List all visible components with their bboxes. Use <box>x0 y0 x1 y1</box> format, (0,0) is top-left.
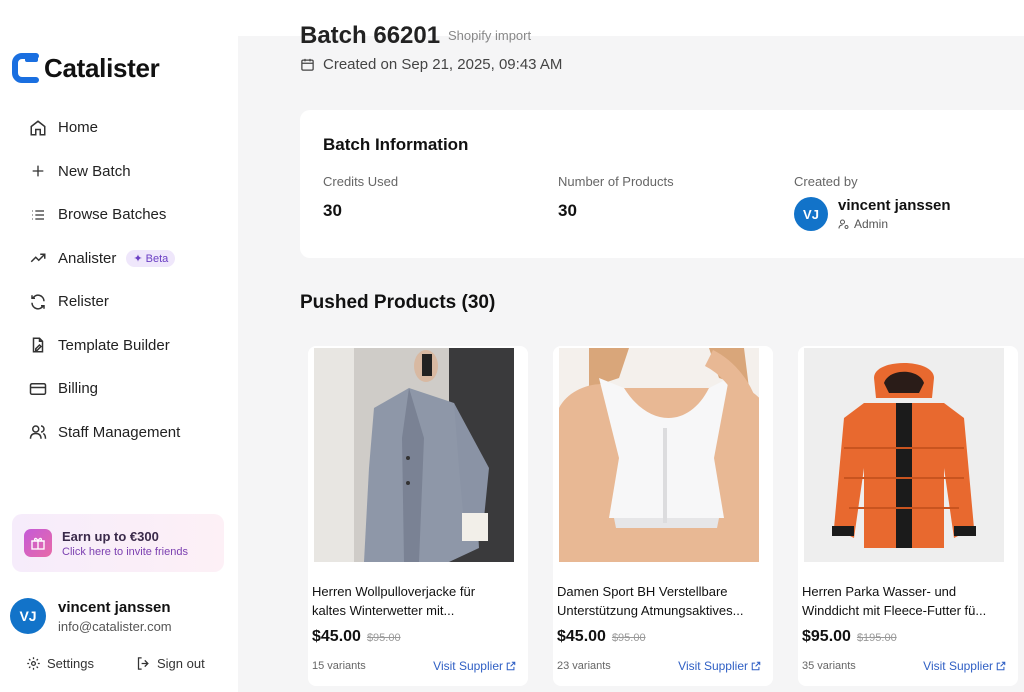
sidebar-item-analister[interactable]: Analister ✦ Beta <box>16 237 226 281</box>
invite-promo-button[interactable]: Earn up to €300 Click here to invite fri… <box>12 514 224 572</box>
creator-name: vincent janssen <box>838 197 951 214</box>
credits-value: 30 <box>323 201 342 220</box>
creator-role: Admin <box>838 217 951 231</box>
logo[interactable]: Catalister <box>12 52 160 84</box>
price-row: $45.00 $95.00 <box>312 628 401 646</box>
trending-icon <box>28 248 48 268</box>
users-icon <box>28 422 48 442</box>
credits-used: Credits Used 30 <box>323 174 398 221</box>
sign-out-icon <box>137 657 149 670</box>
home-icon <box>28 118 48 138</box>
sidebar-item-browse-batches[interactable]: Browse Batches <box>16 193 226 237</box>
info-title: Batch Information <box>323 135 469 154</box>
product-old-price: $95.00 <box>611 632 646 644</box>
gear-icon <box>27 657 40 670</box>
product-title: Herren Wollpulloverjacke für kaltes Wint… <box>312 584 476 618</box>
sidebar-item-label: New Batch <box>58 162 131 180</box>
creator-role-label: Admin <box>854 217 889 231</box>
sign-out-button[interactable]: Sign out <box>136 656 205 671</box>
gift-icon <box>24 529 52 557</box>
price-row: $95.00 $195.00 <box>802 628 897 646</box>
product-variants: 15 variants <box>312 660 366 672</box>
sidebar-item-label: Billing <box>58 380 99 398</box>
sidebar: Catalister Home New Batch Browse Batches… <box>0 36 238 692</box>
settings-button[interactable]: Settings <box>26 656 94 671</box>
product-variants: 23 variants <box>557 660 611 672</box>
sidebar-item-relister[interactable]: Relister <box>16 280 226 324</box>
visit-supplier-label: Visit Supplier <box>923 659 993 673</box>
product-old-price: $95.00 <box>366 632 401 644</box>
promo-subtitle: Click here to invite friends <box>62 545 188 558</box>
user-profile[interactable]: VJ vincent janssen info@catalister.com <box>10 598 172 634</box>
main-content: Batch 66201 Shopify import Created on Se… <box>238 0 1024 692</box>
sidebar-nav: Home New Batch Browse Batches Analister … <box>16 106 226 454</box>
sidebar-item-home[interactable]: Home <box>16 106 226 150</box>
batch-source: Shopify import <box>448 28 532 43</box>
created-text: Created on Sep 21, 2025, 09:43 AM <box>323 56 563 73</box>
external-link-icon <box>996 661 1006 671</box>
sidebar-item-staff-management[interactable]: Staff Management <box>16 411 226 455</box>
user-cog-icon <box>838 219 849 229</box>
created-by: Created by VJ vincent janssen Admin <box>794 174 951 231</box>
calendar-icon <box>301 58 314 71</box>
sign-out-label: Sign out <box>156 656 205 671</box>
catalister-logo-icon <box>12 52 40 84</box>
user-name: vincent janssen <box>58 598 171 616</box>
product-card[interactable]: Herren Wollpulloverjacke für kaltes Wint… <box>308 346 528 686</box>
product-title: Herren Parka Wasser- und Winddicht mit F… <box>802 584 987 618</box>
products-label: Number of Products <box>558 174 674 189</box>
plus-icon <box>28 161 48 181</box>
page-title: Batch 66201 <box>300 22 441 49</box>
product-image <box>559 348 759 562</box>
avatar: VJ <box>794 197 828 231</box>
sidebar-item-label: Template Builder <box>58 336 170 354</box>
product-variants: 35 variants <box>802 660 856 672</box>
visit-supplier-label: Visit Supplier <box>433 659 503 673</box>
settings-label: Settings <box>47 656 94 671</box>
sidebar-item-template-builder[interactable]: Template Builder <box>16 324 226 368</box>
list-icon <box>28 205 48 225</box>
visit-supplier-link[interactable]: Visit Supplier <box>678 659 761 673</box>
avatar: VJ <box>10 598 46 634</box>
price-row: $45.00 $95.00 <box>557 628 646 646</box>
product-card[interactable]: Damen Sport BH Verstellbare Unterstützun… <box>553 346 773 686</box>
sidebar-item-label: Relister <box>58 293 109 311</box>
product-card[interactable]: Herren Parka Wasser- und Winddicht mit F… <box>798 346 1018 686</box>
sidebar-item-label: Browse Batches <box>58 206 167 224</box>
file-pen-icon <box>28 335 48 355</box>
sidebar-footer: Settings Sign out <box>26 656 205 671</box>
credits-label: Credits Used <box>323 174 399 189</box>
refresh-icon <box>28 292 48 312</box>
visit-supplier-link[interactable]: Visit Supplier <box>433 659 516 673</box>
sidebar-item-label: Home <box>58 119 99 137</box>
sidebar-item-label: Staff Management <box>58 423 181 441</box>
number-of-products: Number of Products 30 <box>558 174 674 221</box>
product-image <box>314 348 514 562</box>
sidebar-item-billing[interactable]: Billing <box>16 367 226 411</box>
visit-supplier-link[interactable]: Visit Supplier <box>923 659 1006 673</box>
visit-supplier-label: Visit Supplier <box>678 659 748 673</box>
sidebar-item-new-batch[interactable]: New Batch <box>16 150 226 194</box>
sidebar-item-label: Analister <box>58 249 117 267</box>
batch-info-card: Batch Information Credits Used 30 Number… <box>300 110 1024 258</box>
external-link-icon <box>506 661 516 671</box>
user-email: info@catalister.com <box>58 618 172 634</box>
created-date: Created on Sep 21, 2025, 09:43 AM <box>300 56 562 73</box>
logo-text: Catalister <box>44 52 160 83</box>
promo-title: Earn up to €300 <box>62 528 159 544</box>
product-old-price: $195.00 <box>856 632 897 644</box>
products-value: 30 <box>558 201 577 220</box>
credit-card-icon <box>28 379 48 399</box>
product-price: $45.00 <box>557 628 606 645</box>
beta-badge: ✦ Beta <box>126 249 176 267</box>
product-title: Damen Sport BH Verstellbare Unterstützun… <box>557 584 744 618</box>
created-by-label: Created by <box>794 174 858 189</box>
product-price: $95.00 <box>802 628 851 645</box>
pushed-products-title: Pushed Products (30) <box>300 292 496 313</box>
external-link-icon <box>751 661 761 671</box>
product-price: $45.00 <box>312 628 361 645</box>
product-image <box>804 348 1004 562</box>
